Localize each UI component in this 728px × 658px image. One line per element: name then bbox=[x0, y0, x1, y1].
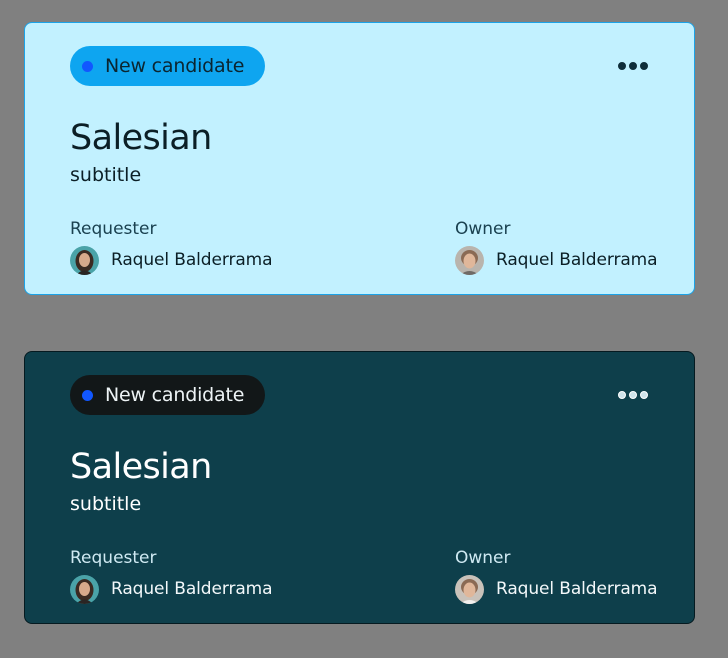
owner-name: Raquel Balderrama bbox=[496, 579, 658, 599]
more-options-icon[interactable] bbox=[618, 60, 648, 72]
requester-person[interactable]: Raquel Balderrama bbox=[70, 245, 273, 275]
owner-person[interactable]: Raquel Balderrama bbox=[455, 574, 658, 604]
requester-label: Requester bbox=[70, 219, 157, 239]
card-title: Salesian bbox=[70, 447, 212, 487]
card-title: Salesian bbox=[70, 118, 212, 158]
status-label: New candidate bbox=[105, 55, 245, 77]
status-badge: New candidate bbox=[70, 375, 265, 415]
status-label: New candidate bbox=[105, 384, 245, 406]
avatar bbox=[70, 574, 99, 604]
owner-name: Raquel Balderrama bbox=[496, 250, 658, 270]
candidate-card-dark[interactable]: New candidate Salesian subtitle Requeste… bbox=[24, 351, 695, 624]
candidate-card-light[interactable]: New candidate Salesian subtitle Requeste… bbox=[24, 22, 695, 295]
more-options-icon[interactable] bbox=[618, 389, 648, 401]
avatar bbox=[70, 245, 99, 275]
status-dot-icon bbox=[82, 389, 93, 401]
requester-label: Requester bbox=[70, 548, 157, 568]
requester-name: Raquel Balderrama bbox=[111, 579, 273, 599]
requester-person[interactable]: Raquel Balderrama bbox=[70, 574, 273, 604]
avatar bbox=[455, 245, 484, 275]
owner-label: Owner bbox=[455, 219, 511, 239]
card-subtitle: subtitle bbox=[70, 164, 142, 186]
status-badge: New candidate bbox=[70, 46, 265, 86]
requester-name: Raquel Balderrama bbox=[111, 250, 273, 270]
owner-person[interactable]: Raquel Balderrama bbox=[455, 245, 658, 275]
avatar bbox=[455, 574, 484, 604]
status-dot-icon bbox=[82, 60, 93, 72]
card-subtitle: subtitle bbox=[70, 493, 142, 515]
owner-label: Owner bbox=[455, 548, 511, 568]
